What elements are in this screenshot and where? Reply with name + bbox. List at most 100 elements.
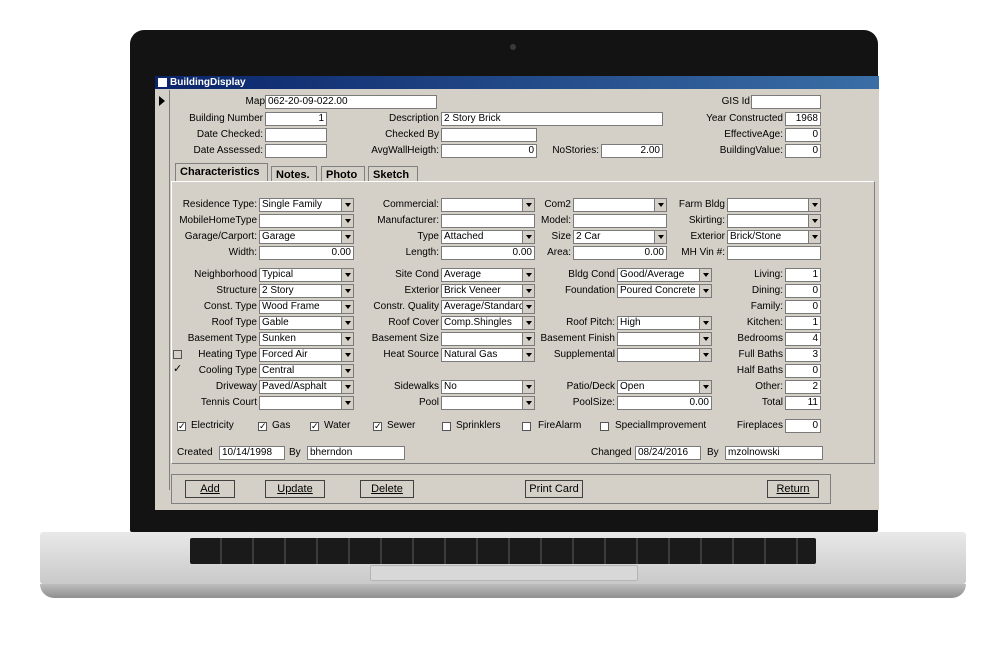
- chevron-down-icon[interactable]: [341, 269, 353, 281]
- commercial-select[interactable]: [441, 198, 535, 212]
- sprinklers-checkbox[interactable]: [442, 422, 451, 431]
- chevron-down-icon[interactable]: [808, 231, 820, 243]
- changed-by-field[interactable]: mzolnowski: [725, 446, 823, 460]
- building-value-field[interactable]: 0: [785, 144, 821, 158]
- heating-checkbox[interactable]: [173, 350, 182, 359]
- record-selector[interactable]: [155, 90, 170, 490]
- chevron-down-icon[interactable]: [341, 317, 353, 329]
- chevron-down-icon[interactable]: [522, 199, 534, 211]
- driveway-select[interactable]: Paved/Asphalt: [259, 380, 354, 394]
- sidewalks-select[interactable]: No: [441, 380, 535, 394]
- manufacturer-field[interactable]: [441, 214, 535, 228]
- basement-size-select[interactable]: [441, 332, 535, 346]
- pool-size-field[interactable]: 0.00: [617, 396, 712, 410]
- chevron-down-icon[interactable]: [522, 301, 534, 313]
- tennis-court-select[interactable]: [259, 396, 354, 410]
- building-number-field[interactable]: 1: [265, 112, 327, 126]
- chevron-down-icon[interactable]: [341, 397, 353, 409]
- water-checkbox[interactable]: ✓: [310, 422, 319, 431]
- map-field[interactable]: 062-20-09-022.00: [265, 95, 437, 109]
- model-field[interactable]: [573, 214, 667, 228]
- mobile-home-type-select[interactable]: [259, 214, 354, 228]
- chevron-down-icon[interactable]: [699, 285, 711, 297]
- chevron-down-icon[interactable]: [808, 215, 820, 227]
- print-card-button[interactable]: Print Card: [525, 480, 583, 498]
- effective-age-field[interactable]: 0: [785, 128, 821, 142]
- tab-notes[interactable]: Notes.: [271, 166, 317, 182]
- half-baths-field[interactable]: 0: [785, 364, 821, 378]
- chevron-down-icon[interactable]: [341, 381, 353, 393]
- chevron-down-icon[interactable]: [654, 199, 666, 211]
- sewer-checkbox[interactable]: ✓: [373, 422, 382, 431]
- exterior-select[interactable]: Brick/Stone: [727, 230, 821, 244]
- chevron-down-icon[interactable]: [341, 333, 353, 345]
- chevron-down-icon[interactable]: [699, 349, 711, 361]
- description-field[interactable]: 2 Story Brick: [441, 112, 663, 126]
- chevron-down-icon[interactable]: [341, 349, 353, 361]
- garage-carport-select[interactable]: Garage: [259, 230, 354, 244]
- chevron-down-icon[interactable]: [341, 301, 353, 313]
- area-field[interactable]: 0.00: [573, 246, 667, 260]
- chevron-down-icon[interactable]: [522, 349, 534, 361]
- delete-button[interactable]: Delete: [360, 480, 414, 498]
- no-stories-field[interactable]: 2.00: [601, 144, 663, 158]
- mh-vin-field[interactable]: [727, 246, 821, 260]
- patio-deck-select[interactable]: Open: [617, 380, 712, 394]
- size-select[interactable]: 2 Car: [573, 230, 667, 244]
- heating-type-select[interactable]: Forced Air: [259, 348, 354, 362]
- foundation-select[interactable]: Poured Concrete: [617, 284, 712, 298]
- roof-pitch-select[interactable]: High: [617, 316, 712, 330]
- chevron-down-icon[interactable]: [341, 231, 353, 243]
- basement-type-select[interactable]: Sunken: [259, 332, 354, 346]
- supplemental-select[interactable]: [617, 348, 712, 362]
- date-checked-field[interactable]: [265, 128, 327, 142]
- chevron-down-icon[interactable]: [522, 269, 534, 281]
- full-baths-field[interactable]: 3: [785, 348, 821, 362]
- year-constructed-field[interactable]: 1968: [785, 112, 821, 126]
- pool-select[interactable]: [441, 396, 535, 410]
- chevron-down-icon[interactable]: [522, 285, 534, 297]
- chevron-down-icon[interactable]: [522, 317, 534, 329]
- fire-alarm-checkbox[interactable]: [522, 422, 531, 431]
- return-button[interactable]: Return: [767, 480, 819, 498]
- cooling-type-select[interactable]: Central: [259, 364, 354, 378]
- created-date-field[interactable]: 10/14/1998: [219, 446, 285, 460]
- roof-type-select[interactable]: Gable: [259, 316, 354, 330]
- changed-date-field[interactable]: 08/24/2016: [635, 446, 701, 460]
- chevron-down-icon[interactable]: [522, 381, 534, 393]
- chevron-down-icon[interactable]: [341, 365, 353, 377]
- family-field[interactable]: 0: [785, 300, 821, 314]
- total-field[interactable]: 11: [785, 396, 821, 410]
- width-field[interactable]: 0.00: [259, 246, 354, 260]
- length-field[interactable]: 0.00: [441, 246, 535, 260]
- tab-photo[interactable]: Photo: [321, 166, 365, 182]
- chevron-down-icon[interactable]: [341, 215, 353, 227]
- chevron-down-icon[interactable]: [522, 231, 534, 243]
- residence-type-select[interactable]: Single Family: [259, 198, 354, 212]
- const-type-select[interactable]: Wood Frame: [259, 300, 354, 314]
- kitchen-field[interactable]: 1: [785, 316, 821, 330]
- heat-source-select[interactable]: Natural Gas: [441, 348, 535, 362]
- chevron-down-icon[interactable]: [699, 381, 711, 393]
- update-button[interactable]: Update: [265, 480, 325, 498]
- exterior2-select[interactable]: Brick Veneer: [441, 284, 535, 298]
- chevron-down-icon[interactable]: [341, 285, 353, 297]
- chevron-down-icon[interactable]: [699, 269, 711, 281]
- chevron-down-icon[interactable]: [522, 397, 534, 409]
- skirting-select[interactable]: [727, 214, 821, 228]
- fireplaces-field[interactable]: 0: [785, 419, 821, 433]
- bedrooms-field[interactable]: 4: [785, 332, 821, 346]
- chevron-down-icon[interactable]: [341, 199, 353, 211]
- neighborhood-select[interactable]: Typical: [259, 268, 354, 282]
- farm-bldg-select[interactable]: [727, 198, 821, 212]
- date-assessed-field[interactable]: [265, 144, 327, 158]
- type-select[interactable]: Attached: [441, 230, 535, 244]
- gas-checkbox[interactable]: ✓: [258, 422, 267, 431]
- special-improvement-checkbox[interactable]: [600, 422, 609, 431]
- tab-characteristics[interactable]: Characteristics: [175, 163, 268, 182]
- roof-cover-select[interactable]: Comp.Shingles: [441, 316, 535, 330]
- constr-quality-select[interactable]: Average/Standard: [441, 300, 535, 314]
- checked-by-field[interactable]: [441, 128, 537, 142]
- other-field[interactable]: 2: [785, 380, 821, 394]
- structure-select[interactable]: 2 Story: [259, 284, 354, 298]
